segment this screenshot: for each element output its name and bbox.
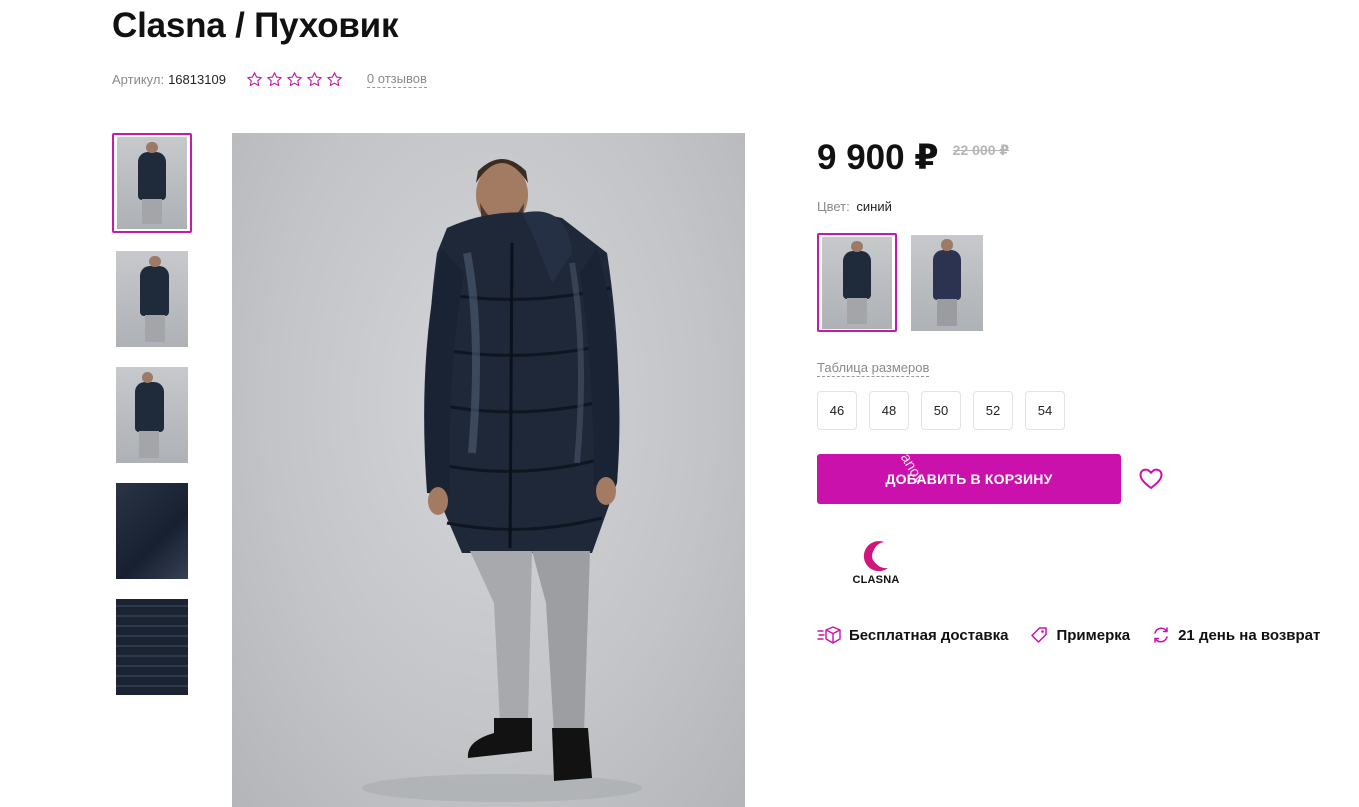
color-value: синий	[856, 199, 892, 214]
star-outline-icon	[287, 71, 302, 86]
thumbnail-1[interactable]	[112, 133, 192, 233]
article-label: Артикул:	[112, 71, 165, 87]
thumbnail-4[interactable]	[112, 481, 192, 581]
feature-label: Примерка	[1056, 626, 1131, 644]
feature-label: 21 день на возврат	[1178, 626, 1321, 644]
thumbnail-image	[116, 367, 188, 463]
color-label: Цвет:	[817, 199, 850, 214]
brand-crescent-icon	[863, 541, 888, 572]
price-row: 9 900 ₽ 22 000 ₽	[817, 138, 1009, 178]
current-price: 9 900 ₽	[817, 138, 939, 177]
feature-label: Бесплатная доставка	[849, 626, 1009, 644]
star-outline-icon	[307, 71, 322, 86]
thumbnail-image	[116, 483, 188, 579]
size-table-link[interactable]: Таблица размеров	[817, 360, 930, 377]
thumbnail-image	[116, 251, 188, 347]
add-to-cart-button[interactable]: ДОБАВИТЬ В КОРЗИНУ	[817, 454, 1121, 504]
model-figure	[362, 159, 642, 802]
color-swatch-alt[interactable]	[907, 233, 987, 332]
price-tag-icon	[1031, 627, 1048, 643]
size-option[interactable]: 52	[973, 391, 1013, 430]
feature-free-delivery: Бесплатная доставка	[817, 626, 1008, 644]
delivery-box-icon	[817, 626, 841, 644]
product-title: Clasna / Пуховик	[112, 6, 399, 45]
rating-stars	[246, 71, 343, 88]
color-swatches	[817, 233, 987, 332]
star-outline-icon	[267, 71, 282, 86]
size-option[interactable]: 50	[921, 391, 961, 430]
thumbnail-5[interactable]	[112, 597, 192, 697]
heart-icon[interactable]	[1139, 468, 1163, 490]
return-arrows-icon	[1154, 627, 1168, 643]
reviews-link[interactable]: 0 отзывов	[366, 71, 427, 88]
size-option[interactable]: 48	[869, 391, 909, 430]
article-value: 16813109	[168, 71, 226, 87]
size-option[interactable]: 46	[817, 391, 857, 430]
brand-logo-text: CLASNA	[852, 574, 900, 586]
swatch-image	[911, 234, 983, 331]
star-outline-icon	[247, 71, 262, 86]
thumbnail-image	[117, 137, 187, 229]
thumbnail-image	[116, 599, 188, 695]
product-meta: Артикул: 16813109 0 отзывов	[112, 70, 427, 88]
color-row: Цвет: синий	[817, 199, 892, 214]
main-product-photo[interactable]	[232, 133, 745, 807]
brand-logo[interactable]: CLASNA	[848, 538, 904, 590]
swatch-image	[822, 236, 892, 329]
feature-return: 21 день на возврат	[1152, 626, 1320, 644]
size-options: 46 48 50 52 54	[817, 391, 1065, 430]
old-price: 22 000 ₽	[952, 142, 1010, 158]
thumbnail-3[interactable]	[112, 365, 192, 465]
star-outline-icon	[327, 71, 342, 86]
feature-fitting: Примерка	[1030, 626, 1130, 644]
features-row: Бесплатная доставка Примерка 21 день на …	[817, 626, 1320, 644]
size-option[interactable]: 54	[1025, 391, 1065, 430]
color-swatch-blue[interactable]	[817, 233, 897, 332]
thumbnail-2[interactable]	[112, 249, 192, 349]
